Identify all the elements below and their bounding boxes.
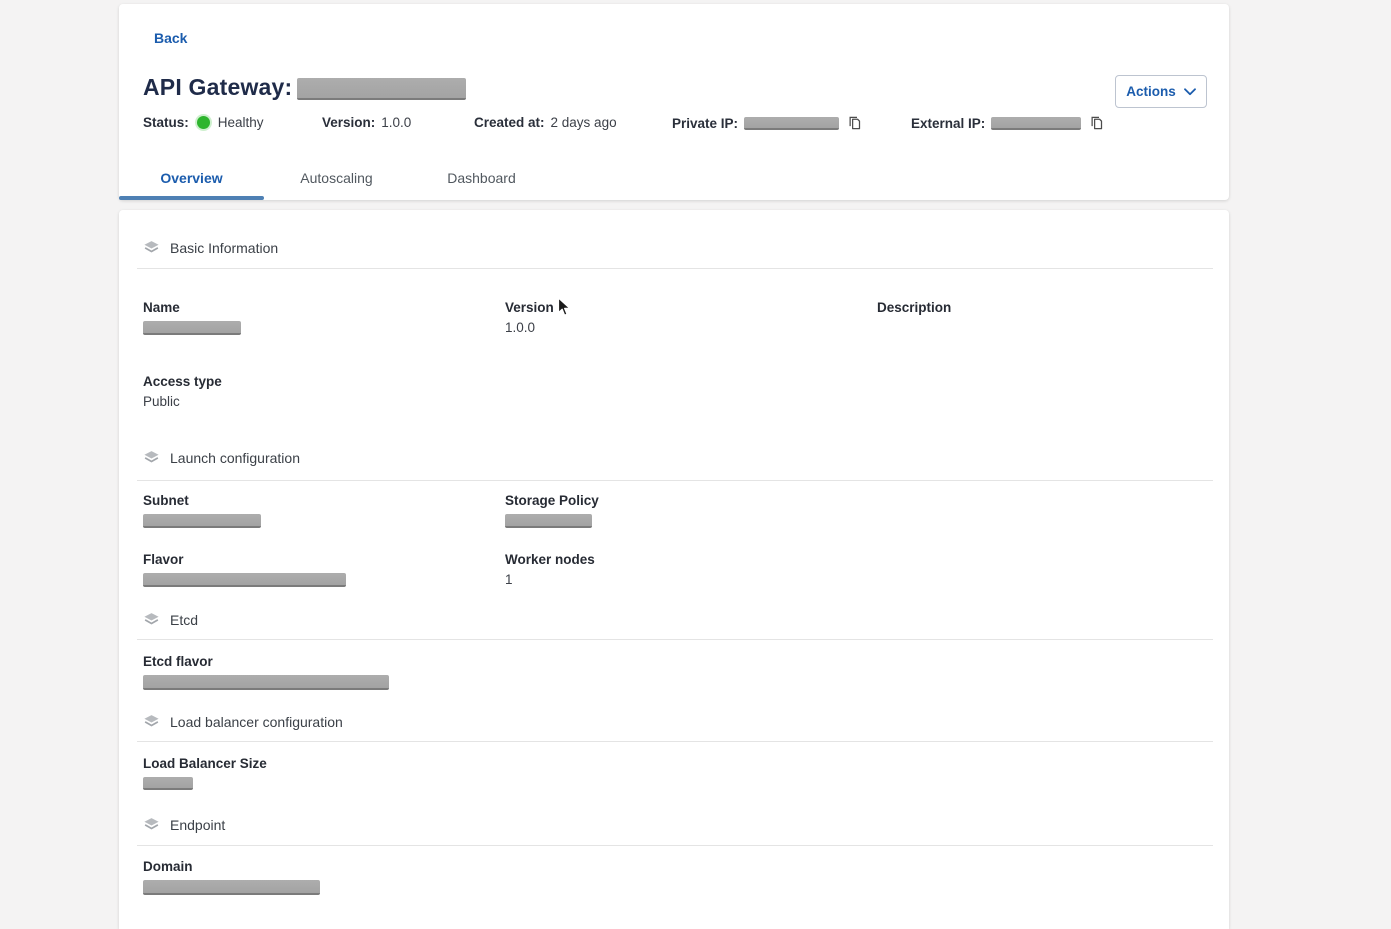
- section-divider: [137, 639, 1213, 640]
- redacted-value: [143, 321, 241, 335]
- redacted-value: [505, 514, 592, 528]
- tabs-row: Overview Autoscaling Dashboard: [119, 156, 554, 200]
- title-row: API Gateway:: [143, 74, 466, 101]
- version-value: 1.0.0: [381, 115, 411, 130]
- status-value: Healthy: [218, 115, 264, 130]
- actions-button[interactable]: Actions: [1115, 75, 1207, 108]
- redacted-value: [143, 573, 346, 587]
- private-ip-label: Private IP:: [672, 116, 738, 131]
- field-value: 1: [505, 572, 877, 588]
- status-healthy-dot-icon: [197, 116, 210, 129]
- field-flavor: Flavor: [143, 552, 505, 592]
- section-header-endpoint: Endpoint: [143, 816, 225, 833]
- section-header-basic-information: Basic Information: [143, 239, 278, 256]
- field-row: Subnet Storage Policy: [143, 493, 1205, 533]
- section-title: Basic Information: [170, 240, 278, 256]
- redacted-value: [143, 675, 389, 690]
- overview-content-card: Basic Information Name Version 1.0.0 Des…: [119, 210, 1229, 929]
- field-value: [877, 320, 1205, 336]
- field-label: Access type: [143, 374, 505, 389]
- tab-overview[interactable]: Overview: [119, 156, 264, 200]
- field-label: Etcd flavor: [143, 654, 505, 669]
- field-label: Version: [505, 300, 877, 315]
- field-row: Name Version 1.0.0 Description: [143, 300, 1205, 340]
- field-access-type: Access type Public: [143, 374, 505, 410]
- back-button[interactable]: Back: [154, 30, 187, 46]
- external-ip-group: External IP:: [911, 115, 1104, 131]
- section-header-load-balancer-configuration: Load balancer configuration: [143, 713, 343, 730]
- tab-autoscaling[interactable]: Autoscaling: [264, 156, 409, 200]
- version-group: Version: 1.0.0: [322, 115, 411, 130]
- field-label: Description: [877, 300, 1205, 315]
- layers-icon: [143, 816, 160, 833]
- actions-button-label: Actions: [1126, 84, 1176, 99]
- tab-dashboard[interactable]: Dashboard: [409, 156, 554, 200]
- redacted-value: [143, 880, 320, 895]
- field-row: Load Balancer Size: [143, 756, 1205, 795]
- redacted-private-ip: [744, 117, 839, 130]
- created-at-label: Created at:: [474, 115, 545, 130]
- field-name: Name: [143, 300, 505, 340]
- redacted-gateway-name: [297, 78, 466, 100]
- layers-icon: [143, 239, 160, 256]
- field-label: Load Balancer Size: [143, 756, 505, 771]
- status-group: Status: Healthy: [143, 115, 264, 130]
- layers-icon: [143, 449, 160, 466]
- chevron-down-icon: [1184, 88, 1196, 96]
- status-label: Status:: [143, 115, 189, 130]
- redacted-value: [143, 777, 193, 790]
- field-label: Flavor: [143, 552, 505, 567]
- page: { "header": { "back": "Back", "title": "…: [0, 0, 1391, 929]
- copy-icon[interactable]: [847, 115, 862, 131]
- external-ip-label: External IP:: [911, 116, 985, 131]
- field-description: Description: [877, 300, 1205, 340]
- field-row: Access type Public: [143, 374, 1205, 410]
- section-header-launch-configuration: Launch configuration: [143, 449, 300, 466]
- page-title: API Gateway:: [143, 74, 292, 101]
- field-subnet: Subnet: [143, 493, 505, 533]
- section-title: Etcd: [170, 612, 198, 628]
- field-label: Worker nodes: [505, 552, 877, 567]
- private-ip-group: Private IP:: [672, 115, 862, 131]
- field-label: Domain: [143, 859, 505, 874]
- active-tab-indicator: [119, 196, 264, 200]
- created-group: Created at: 2 days ago: [474, 115, 617, 130]
- created-at-value: 2 days ago: [551, 115, 617, 130]
- field-domain: Domain: [143, 859, 505, 900]
- field-worker-nodes: Worker nodes 1: [505, 552, 877, 592]
- layers-icon: [143, 611, 160, 628]
- version-label: Version:: [322, 115, 375, 130]
- section-title: Endpoint: [170, 817, 225, 833]
- field-storage-policy: Storage Policy: [505, 493, 877, 533]
- redacted-value: [143, 514, 261, 528]
- section-title: Launch configuration: [170, 450, 300, 466]
- field-label: Subnet: [143, 493, 505, 508]
- field-row: Domain: [143, 859, 1205, 900]
- field-etcd-flavor: Etcd flavor: [143, 654, 505, 695]
- section-divider: [137, 480, 1213, 481]
- field-version: Version 1.0.0: [505, 300, 877, 340]
- section-divider: [137, 741, 1213, 742]
- redacted-external-ip: [991, 117, 1081, 130]
- field-label: Storage Policy: [505, 493, 877, 508]
- field-value: 1.0.0: [505, 320, 877, 336]
- meta-row: Status: Healthy Version: 1.0.0 Created a…: [143, 115, 1205, 133]
- header-card: Back API Gateway: Actions Status: Health…: [119, 4, 1229, 200]
- field-value: Public: [143, 394, 505, 410]
- section-header-etcd: Etcd: [143, 611, 198, 628]
- layers-icon: [143, 713, 160, 730]
- field-row: Flavor Worker nodes 1: [143, 552, 1205, 592]
- section-divider: [137, 845, 1213, 846]
- section-divider: [137, 268, 1213, 269]
- field-label: Name: [143, 300, 505, 315]
- field-row: Etcd flavor: [143, 654, 1205, 695]
- section-title: Load balancer configuration: [170, 714, 343, 730]
- copy-icon[interactable]: [1089, 115, 1104, 131]
- field-load-balancer-size: Load Balancer Size: [143, 756, 505, 795]
